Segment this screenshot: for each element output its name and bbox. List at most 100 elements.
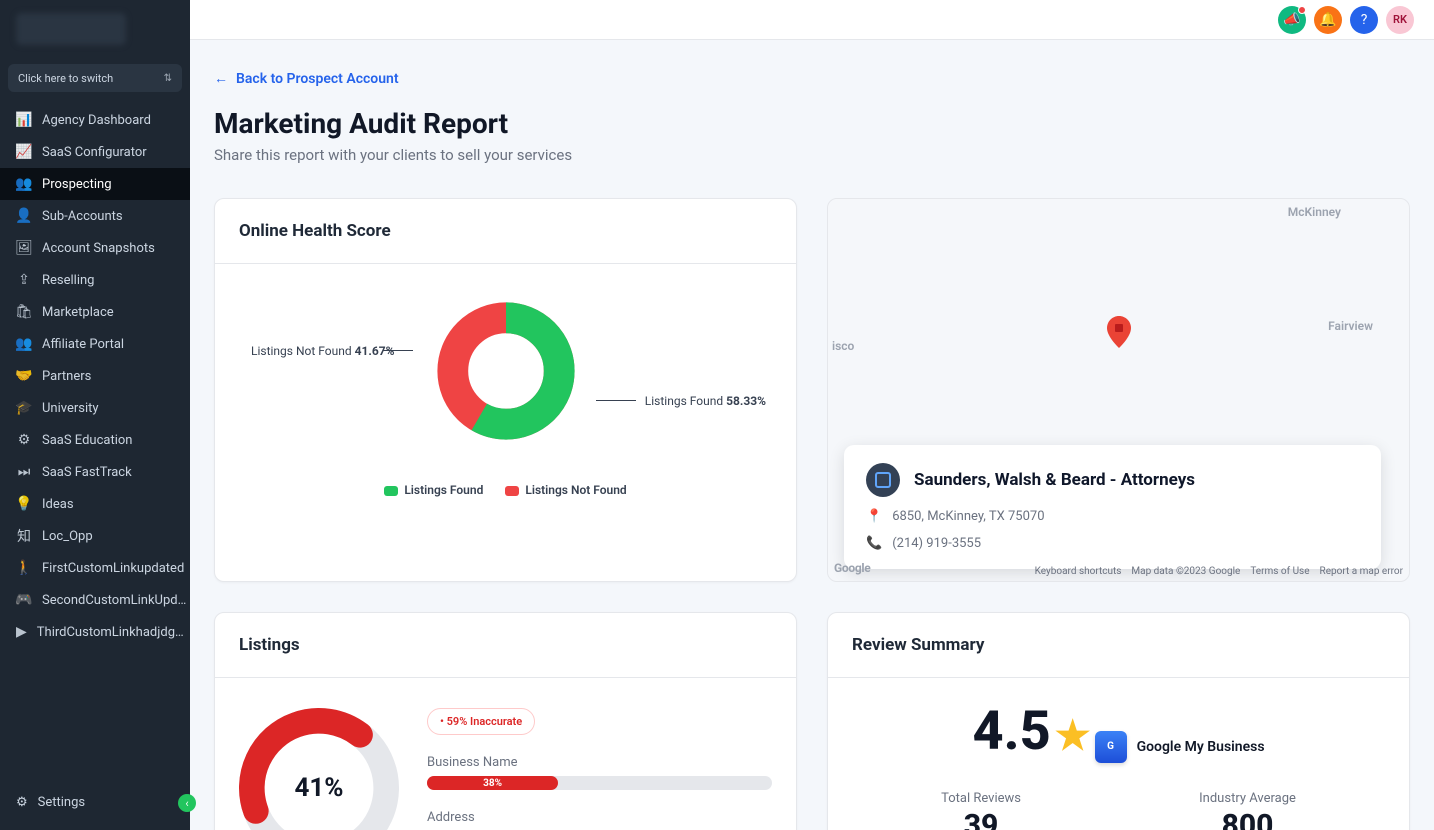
business-name-row: Saunders, Walsh & Beard - Attorneys bbox=[866, 463, 1359, 497]
xbox-icon: 🎮 bbox=[16, 592, 32, 608]
pin-icon: 📍 bbox=[866, 509, 882, 524]
help-button[interactable]: ? bbox=[1350, 6, 1378, 34]
nav-sub-accounts[interactable]: 👤Sub-Accounts bbox=[0, 200, 190, 232]
review-summary-card: Review Summary 4.5★ G Google My Business… bbox=[827, 612, 1410, 830]
business-logo-icon bbox=[866, 463, 900, 497]
health-score-card: Online Health Score Listings Found 58.33… bbox=[214, 198, 797, 582]
bag-icon: 🛍 bbox=[16, 304, 32, 320]
review-rating: 4.5★ bbox=[972, 700, 1090, 763]
stat-label: Industry Average bbox=[1199, 791, 1296, 806]
nav-label: Sub-Accounts bbox=[42, 209, 123, 224]
nav-second-custom[interactable]: 🎮 SecondCustomLinkUpd… bbox=[0, 584, 190, 616]
nav-label: FirstCustomLinkupdated bbox=[42, 561, 184, 576]
gauge-value: 41% bbox=[239, 708, 399, 830]
group-icon: 👥 bbox=[16, 336, 32, 352]
topbar: 📣 🔔 ? RK bbox=[190, 0, 1434, 40]
review-body: 4.5★ G Google My Business Total Reviews … bbox=[828, 678, 1409, 830]
bell-icon: 🔔 bbox=[1319, 12, 1336, 28]
chevron-updown-icon: ⇅ bbox=[164, 73, 172, 84]
listings-bars: • 59% Inaccurate Business Name 38% Addre… bbox=[427, 708, 772, 830]
business-address: 6850, McKinney, TX 75070 bbox=[892, 509, 1044, 524]
listings-body: 41% • 59% Inaccurate Business Name 38% A… bbox=[215, 686, 796, 830]
report-error-link[interactable]: Report a map error bbox=[1320, 566, 1403, 577]
walk-icon: 🚶 bbox=[16, 560, 32, 576]
nav-label: Reselling bbox=[42, 273, 94, 288]
stat-value: 800 bbox=[1199, 808, 1296, 830]
bulb-icon: 💡 bbox=[16, 496, 32, 512]
cn-icon: 知 bbox=[16, 528, 32, 544]
nav-label: Affiliate Portal bbox=[42, 337, 124, 352]
review-title: Review Summary bbox=[828, 613, 1409, 678]
nav-saas-configurator[interactable]: 📈SaaS Configurator bbox=[0, 136, 190, 168]
back-label: Back to Prospect Account bbox=[236, 71, 399, 87]
map-credits: Keyboard shortcuts Map data ©2023 Google… bbox=[1035, 566, 1403, 577]
nav-label: SaaS FastTrack bbox=[42, 465, 132, 480]
back-link[interactable]: ← Back to Prospect Account bbox=[214, 70, 399, 87]
megaphone-icon: 📣 bbox=[1283, 12, 1300, 28]
nav-first-custom[interactable]: 🚶 FirstCustomLinkupdated bbox=[0, 552, 190, 584]
inaccurate-chip: • 59% Inaccurate bbox=[427, 708, 535, 735]
nav-reselling[interactable]: ⇪ Reselling bbox=[0, 264, 190, 296]
nav-label: Partners bbox=[42, 369, 91, 384]
health-score-title: Online Health Score bbox=[215, 199, 796, 264]
avatar[interactable]: RK bbox=[1386, 6, 1414, 34]
listings-title: Listings bbox=[215, 613, 796, 678]
map-label-isco: isco bbox=[832, 339, 854, 353]
nav-prospecting[interactable]: 👥Prospecting bbox=[0, 168, 190, 200]
account-switcher[interactable]: Click here to switch ⇅ bbox=[8, 64, 182, 92]
nav-marketplace[interactable]: 🛍 Marketplace bbox=[0, 296, 190, 328]
bar-pct: 38% bbox=[427, 776, 558, 790]
review-source: G Google My Business bbox=[1095, 731, 1265, 763]
sidebar: Click here to switch ⇅ 📊Agency Dashboard… bbox=[0, 0, 190, 830]
nav-label: University bbox=[42, 401, 99, 416]
nav-ideas[interactable]: 💡 Ideas bbox=[0, 488, 190, 520]
nav-label: Ideas bbox=[42, 497, 74, 512]
donut-svg bbox=[436, 301, 576, 441]
handshake-icon: 🤝 bbox=[16, 368, 32, 384]
graduation-icon: 🎓 bbox=[16, 400, 32, 416]
keyboard-shortcuts-link[interactable]: Keyboard shortcuts bbox=[1035, 566, 1122, 577]
stat-value: 39 bbox=[941, 808, 1021, 830]
listings-gauge: 41% bbox=[239, 708, 399, 830]
nav-third-custom[interactable]: ▶ThirdCustomLinkhadjdg… bbox=[0, 616, 190, 648]
nav-affiliate-portal[interactable]: 👥 Affiliate Portal bbox=[0, 328, 190, 360]
bar-address: Address 28% bbox=[427, 810, 772, 830]
terms-link[interactable]: Terms of Use bbox=[1250, 566, 1309, 577]
page-subtitle: Share this report with your clients to s… bbox=[214, 146, 1410, 164]
stat-label: Total Reviews bbox=[941, 791, 1021, 806]
nav-label: Marketplace bbox=[42, 305, 114, 320]
upload-icon: ⇪ bbox=[16, 272, 32, 288]
nav-saas-fasttrack[interactable]: ⏭SaaS FastTrack bbox=[0, 456, 190, 488]
nav-university[interactable]: 🎓 University bbox=[0, 392, 190, 424]
map-pin-icon bbox=[1107, 316, 1131, 352]
map-card[interactable]: McKinney Fairview isco Saunders, Walsh &… bbox=[827, 198, 1410, 582]
industry-avg-stat: Industry Average 800 bbox=[1199, 791, 1296, 830]
avatar-initials: RK bbox=[1393, 13, 1407, 26]
total-reviews-stat: Total Reviews 39 bbox=[941, 791, 1021, 830]
announcements-button[interactable]: 📣 bbox=[1278, 6, 1306, 34]
nav-account-snapshots[interactable]: 🖼Account Snapshots bbox=[0, 232, 190, 264]
gear-icon: ⚙ bbox=[16, 795, 28, 810]
image-icon: 🖼 bbox=[16, 240, 32, 256]
bar-label: Business Name bbox=[427, 755, 772, 770]
notification-dot bbox=[1298, 6, 1306, 14]
nav-settings[interactable]: ⚙ Settings bbox=[0, 787, 190, 818]
nav-label: SaaS Education bbox=[42, 433, 132, 448]
nav-partners[interactable]: 🤝 Partners bbox=[0, 360, 190, 392]
nav-saas-education[interactable]: ⚙ SaaS Education bbox=[0, 424, 190, 456]
review-stats: Total Reviews 39 Industry Average 800 bbox=[852, 791, 1385, 830]
nav-agency-dashboard[interactable]: 📊Agency Dashboard bbox=[0, 104, 190, 136]
dashboard-icon: 📊 bbox=[16, 112, 32, 128]
donut-chart: Listings Found 58.33% Listings Not Found… bbox=[215, 264, 796, 534]
gear-icon: ⚙ bbox=[16, 432, 32, 448]
chart-label-found: Listings Found 58.33% bbox=[645, 394, 766, 408]
star-icon: ★ bbox=[1055, 712, 1091, 759]
review-source-label: Google My Business bbox=[1137, 739, 1265, 755]
nav-label: SaaS Configurator bbox=[42, 145, 147, 160]
nav-loc-opp[interactable]: 知Loc_Opp bbox=[0, 520, 190, 552]
nav-label: Prospecting bbox=[42, 177, 112, 192]
notifications-button[interactable]: 🔔 bbox=[1314, 6, 1342, 34]
legend-notfound: Listings Not Found bbox=[505, 483, 626, 497]
app-logo bbox=[0, 0, 190, 58]
nav-label: SecondCustomLinkUpd… bbox=[42, 593, 186, 608]
